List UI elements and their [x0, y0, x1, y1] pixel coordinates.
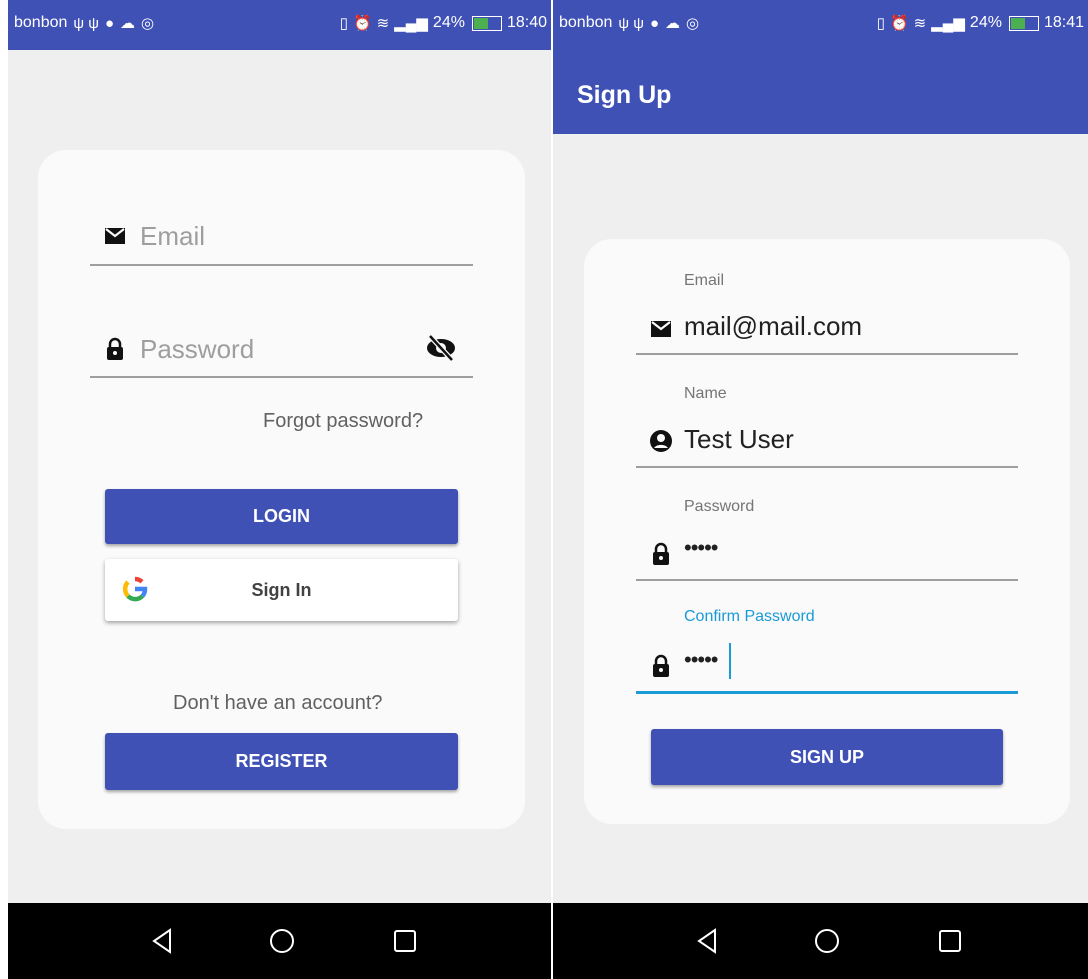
password-field[interactable]: Password [90, 322, 473, 378]
status-bar: bonbon ψ ψ ● ☁ ◎ ▯ ⏰ ≋ ▂▄▆ 24% 18:40 [8, 0, 551, 50]
text-caret [729, 643, 731, 679]
signup-email-field[interactable]: Email mail@mail.com [636, 269, 1018, 355]
usb-icon: ψ ψ [73, 14, 99, 32]
email-placeholder: Email [140, 221, 206, 251]
email-field[interactable]: Email [90, 212, 473, 266]
wifi-icon: ≋ [913, 15, 927, 32]
email-label: Email [684, 272, 725, 289]
instagram-icon: ◎ [141, 15, 155, 32]
vibrate-icon: ▯ [876, 15, 885, 32]
confirm-password-underline [636, 691, 1018, 694]
cloud-icon: ☁ [120, 15, 136, 32]
vibrate-icon: ▯ [339, 15, 348, 32]
usb-icon: ψ ψ [618, 14, 644, 32]
mail-icon [651, 321, 671, 337]
recents-icon[interactable] [391, 927, 419, 955]
confirm-password-value: ••••• [684, 647, 719, 672]
lock-icon [653, 654, 669, 677]
carrier-label: bonbon [559, 14, 613, 31]
battery-icon [1008, 15, 1039, 31]
home-icon[interactable] [813, 927, 841, 955]
forgot-password-link[interactable]: Forgot password? [263, 410, 423, 433]
signal-icon: ▂▄▆ [394, 15, 428, 32]
signup-screen: bonbon ψ ψ ● ☁ ◎ ▯ ⏰ ≋ ▂▄▆ 24% 18:41 Sig… [553, 0, 1088, 979]
name-value: Test User [684, 424, 794, 454]
name-field[interactable]: Name Test User [636, 382, 1018, 468]
cloud-icon: ☁ [665, 15, 681, 32]
email-underline [90, 264, 473, 266]
signup-password-field[interactable]: Password ••••• [636, 495, 1018, 581]
mail-icon [105, 228, 125, 244]
clock: 18:40 [506, 14, 547, 31]
confirm-password-label: Confirm Password [684, 608, 815, 625]
lock-icon [107, 337, 123, 360]
google-button-label: Sign In [251, 580, 312, 600]
alarm-icon: ⏰ [889, 15, 909, 32]
email-underline [636, 353, 1018, 355]
signup-card: Email mail@mail.com Name Test User Passw… [584, 239, 1070, 824]
clock: 18:41 [1043, 14, 1084, 31]
back-icon[interactable] [693, 927, 721, 955]
password-underline [636, 579, 1018, 581]
email-value: mail@mail.com [684, 311, 863, 341]
password-label: Password [684, 498, 755, 515]
login-screen: bonbon ψ ψ ● ☁ ◎ ▯ ⏰ ≋ ▂▄▆ 24% 18:40 Ema… [8, 0, 551, 979]
recents-icon[interactable] [936, 927, 964, 955]
battery-percent: 24% [969, 14, 1002, 31]
password-underline [90, 376, 473, 378]
register-button[interactable]: REGISTER [105, 733, 458, 790]
name-label: Name [684, 385, 727, 402]
wifi-icon: ≋ [376, 15, 390, 32]
battery-icon [471, 15, 502, 31]
login-card: Email Password Forgot password? LOGIN Si… [38, 150, 525, 829]
status-bar: bonbon ψ ψ ● ☁ ◎ ▯ ⏰ ≋ ▂▄▆ 24% 18:41 [553, 0, 1088, 50]
name-underline [636, 466, 1018, 468]
eye-off-icon[interactable] [425, 332, 457, 364]
password-placeholder: Password [140, 334, 255, 364]
lock-icon [653, 542, 669, 565]
page-title: Sign Up [577, 81, 672, 109]
messenger-icon: ● [649, 14, 660, 32]
app-bar: Sign Up [553, 50, 1088, 134]
alarm-icon: ⏰ [352, 15, 372, 32]
battery-percent: 24% [432, 14, 465, 31]
nav-bar [8, 903, 551, 979]
messenger-icon: ● [104, 14, 115, 32]
home-icon[interactable] [268, 927, 296, 955]
instagram-icon: ◎ [686, 15, 700, 32]
password-value: ••••• [684, 535, 719, 560]
nav-bar [553, 903, 1088, 979]
login-button[interactable]: LOGIN [105, 489, 458, 544]
no-account-text: Don't have an account? [173, 692, 383, 714]
account-circle-icon [650, 430, 672, 452]
signup-button[interactable]: SIGN UP [651, 729, 1003, 785]
carrier-label: bonbon [14, 14, 68, 31]
back-icon[interactable] [148, 927, 176, 955]
signal-icon: ▂▄▆ [931, 15, 965, 32]
google-sign-in-button[interactable]: Sign In [105, 559, 458, 621]
confirm-password-field[interactable]: Confirm Password ••••• [636, 608, 1018, 694]
